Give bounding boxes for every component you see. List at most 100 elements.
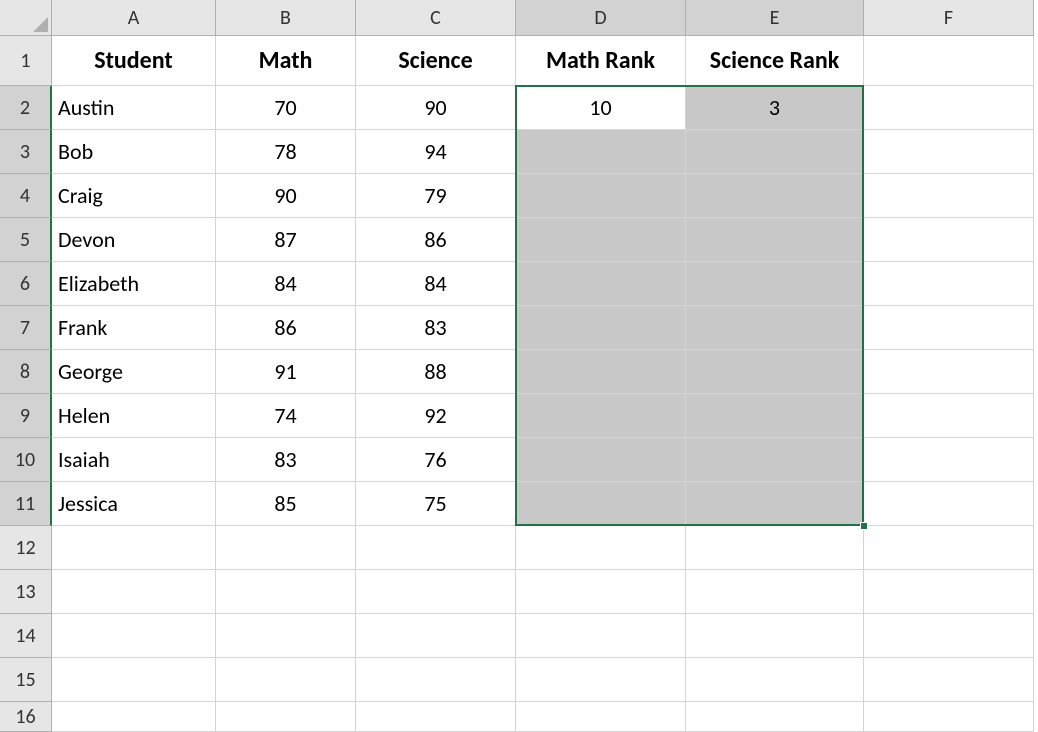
col-head-C[interactable]: C	[356, 0, 516, 36]
cell-B5[interactable]: 87	[216, 218, 356, 262]
row-head-1[interactable]: 1	[0, 36, 52, 86]
cell-D1[interactable]: Math Rank	[516, 36, 686, 86]
cell-C9[interactable]: 92	[356, 394, 516, 438]
cell-E6[interactable]	[686, 262, 864, 306]
cell-F14[interactable]	[864, 614, 1034, 658]
cell-F6[interactable]	[864, 262, 1034, 306]
cell-E16[interactable]	[686, 702, 864, 732]
cell-F12[interactable]	[864, 526, 1034, 570]
cell-D16[interactable]	[516, 702, 686, 732]
row-head-4[interactable]: 4	[0, 174, 52, 218]
cell-C1[interactable]: Science	[356, 36, 516, 86]
row-head-6[interactable]: 6	[0, 262, 52, 306]
cell-F11[interactable]	[864, 482, 1034, 526]
cell-A7[interactable]: Frank	[52, 306, 216, 350]
cell-A14[interactable]	[52, 614, 216, 658]
cell-F1[interactable]	[864, 36, 1034, 86]
cell-E1[interactable]: Science Rank	[686, 36, 864, 86]
cell-D15[interactable]	[516, 658, 686, 702]
cell-D9[interactable]	[516, 394, 686, 438]
row-head-2[interactable]: 2	[0, 86, 52, 130]
cell-E15[interactable]	[686, 658, 864, 702]
cell-B6[interactable]: 84	[216, 262, 356, 306]
cell-D13[interactable]	[516, 570, 686, 614]
cell-B1[interactable]: Math	[216, 36, 356, 86]
cell-A15[interactable]	[52, 658, 216, 702]
cell-B2[interactable]: 70	[216, 86, 356, 130]
col-head-A[interactable]: A	[52, 0, 216, 36]
cell-F5[interactable]	[864, 218, 1034, 262]
cell-B10[interactable]: 83	[216, 438, 356, 482]
row-head-10[interactable]: 10	[0, 438, 52, 482]
row-head-8[interactable]: 8	[0, 350, 52, 394]
row-head-11[interactable]: 11	[0, 482, 52, 526]
cell-D8[interactable]	[516, 350, 686, 394]
cell-C11[interactable]: 75	[356, 482, 516, 526]
row-head-3[interactable]: 3	[0, 130, 52, 174]
cell-B9[interactable]: 74	[216, 394, 356, 438]
cell-B4[interactable]: 90	[216, 174, 356, 218]
cell-B14[interactable]	[216, 614, 356, 658]
cell-B3[interactable]: 78	[216, 130, 356, 174]
cell-B8[interactable]: 91	[216, 350, 356, 394]
row-head-7[interactable]: 7	[0, 306, 52, 350]
cell-A2[interactable]: Austin	[52, 86, 216, 130]
cell-F7[interactable]	[864, 306, 1034, 350]
row-head-16[interactable]: 16	[0, 702, 52, 732]
cell-E4[interactable]	[686, 174, 864, 218]
cell-C8[interactable]: 88	[356, 350, 516, 394]
cell-C7[interactable]: 83	[356, 306, 516, 350]
cell-A11[interactable]: Jessica	[52, 482, 216, 526]
cell-D7[interactable]	[516, 306, 686, 350]
cell-D2[interactable]: 10	[516, 86, 686, 130]
cell-D11[interactable]	[516, 482, 686, 526]
cell-A10[interactable]: Isaiah	[52, 438, 216, 482]
cell-A13[interactable]	[52, 570, 216, 614]
cell-A8[interactable]: George	[52, 350, 216, 394]
cell-C14[interactable]	[356, 614, 516, 658]
cell-E5[interactable]	[686, 218, 864, 262]
row-head-12[interactable]: 12	[0, 526, 52, 570]
cell-D10[interactable]	[516, 438, 686, 482]
row-head-9[interactable]: 9	[0, 394, 52, 438]
cell-A3[interactable]: Bob	[52, 130, 216, 174]
cell-B16[interactable]	[216, 702, 356, 732]
cell-D3[interactable]	[516, 130, 686, 174]
cell-C13[interactable]	[356, 570, 516, 614]
cell-F10[interactable]	[864, 438, 1034, 482]
fill-handle[interactable]	[860, 522, 868, 530]
col-head-E[interactable]: E	[686, 0, 864, 36]
cell-D12[interactable]	[516, 526, 686, 570]
cell-D4[interactable]	[516, 174, 686, 218]
spreadsheet-grid[interactable]: A B C D E F 1 Student Math Science Math …	[0, 0, 1038, 732]
cell-F13[interactable]	[864, 570, 1034, 614]
cell-E2[interactable]: 3	[686, 86, 864, 130]
cell-A5[interactable]: Devon	[52, 218, 216, 262]
cell-C15[interactable]	[356, 658, 516, 702]
cell-A1[interactable]: Student	[52, 36, 216, 86]
cell-C5[interactable]: 86	[356, 218, 516, 262]
cell-E14[interactable]	[686, 614, 864, 658]
col-head-F[interactable]: F	[864, 0, 1034, 36]
cell-F4[interactable]	[864, 174, 1034, 218]
cell-E7[interactable]	[686, 306, 864, 350]
cell-E8[interactable]	[686, 350, 864, 394]
cell-E13[interactable]	[686, 570, 864, 614]
cell-A12[interactable]	[52, 526, 216, 570]
cell-A4[interactable]: Craig	[52, 174, 216, 218]
cell-F8[interactable]	[864, 350, 1034, 394]
cell-E10[interactable]	[686, 438, 864, 482]
cell-F16[interactable]	[864, 702, 1034, 732]
cell-F15[interactable]	[864, 658, 1034, 702]
cell-B15[interactable]	[216, 658, 356, 702]
cell-C16[interactable]	[356, 702, 516, 732]
cell-E3[interactable]	[686, 130, 864, 174]
cell-C6[interactable]: 84	[356, 262, 516, 306]
cell-D6[interactable]	[516, 262, 686, 306]
cell-C4[interactable]: 79	[356, 174, 516, 218]
cell-C2[interactable]: 90	[356, 86, 516, 130]
cell-C12[interactable]	[356, 526, 516, 570]
cell-F3[interactable]	[864, 130, 1034, 174]
col-head-D[interactable]: D	[516, 0, 686, 36]
cell-D14[interactable]	[516, 614, 686, 658]
